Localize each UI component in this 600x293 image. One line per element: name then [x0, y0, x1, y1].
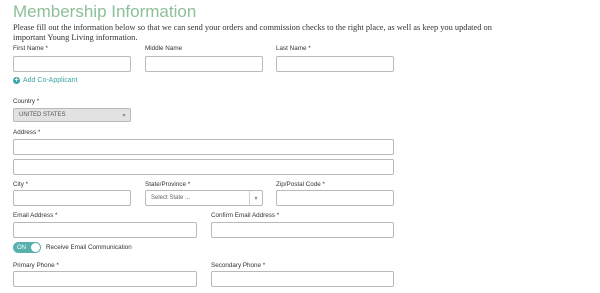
secondary-phone-label: Secondary Phone *: [211, 262, 266, 269]
zip-input[interactable]: [276, 190, 394, 206]
email-communication-toggle[interactable]: ON: [13, 242, 41, 253]
primary-phone-input[interactable]: [13, 271, 197, 287]
toggle-knob: [31, 243, 40, 252]
state-selected-value: Select State ...: [151, 195, 191, 201]
intro-text: Please fill out the information below so…: [13, 23, 492, 42]
secondary-phone-input[interactable]: [211, 271, 394, 287]
city-input[interactable]: [13, 190, 131, 206]
chevron-down-icon: ▾: [249, 191, 262, 205]
last-name-label: Last Name *: [276, 45, 311, 52]
city-label: City *: [13, 181, 29, 188]
add-co-applicant-link[interactable]: + Add Co-Applicant: [13, 77, 77, 84]
middle-name-input[interactable]: [145, 56, 263, 72]
primary-phone-label: Primary Phone *: [13, 262, 59, 269]
address-line2-input[interactable]: [13, 159, 394, 175]
last-name-input[interactable]: [276, 56, 394, 72]
plus-circle-icon: +: [13, 77, 20, 84]
zip-label: Zip/Postal Code *: [276, 181, 326, 188]
chevron-down-icon: ▾: [122, 112, 126, 119]
email-input[interactable]: [13, 222, 197, 238]
address-line1-input[interactable]: [13, 139, 394, 155]
toggle-on-text: ON: [17, 244, 26, 251]
country-selected-value: UNITED STATES: [19, 112, 66, 118]
page-title: Membership Information: [13, 2, 197, 21]
confirm-email-input[interactable]: [211, 222, 394, 238]
email-label: Email Address *: [13, 212, 58, 219]
address-label: Address *: [13, 129, 41, 136]
email-communication-label: Receive Email Communication: [46, 244, 132, 251]
confirm-email-label: Confirm Email Address *: [211, 212, 280, 219]
first-name-input[interactable]: [13, 56, 131, 72]
middle-name-label: Middle Name: [145, 45, 183, 52]
country-label: Country *: [13, 98, 40, 105]
add-co-applicant-label: Add Co-Applicant: [23, 77, 78, 84]
state-select[interactable]: Select State ... ▾: [145, 190, 263, 206]
country-select[interactable]: UNITED STATES ▾: [13, 108, 131, 122]
state-label: State/Province *: [145, 181, 191, 188]
first-name-label: First Name *: [13, 45, 48, 52]
